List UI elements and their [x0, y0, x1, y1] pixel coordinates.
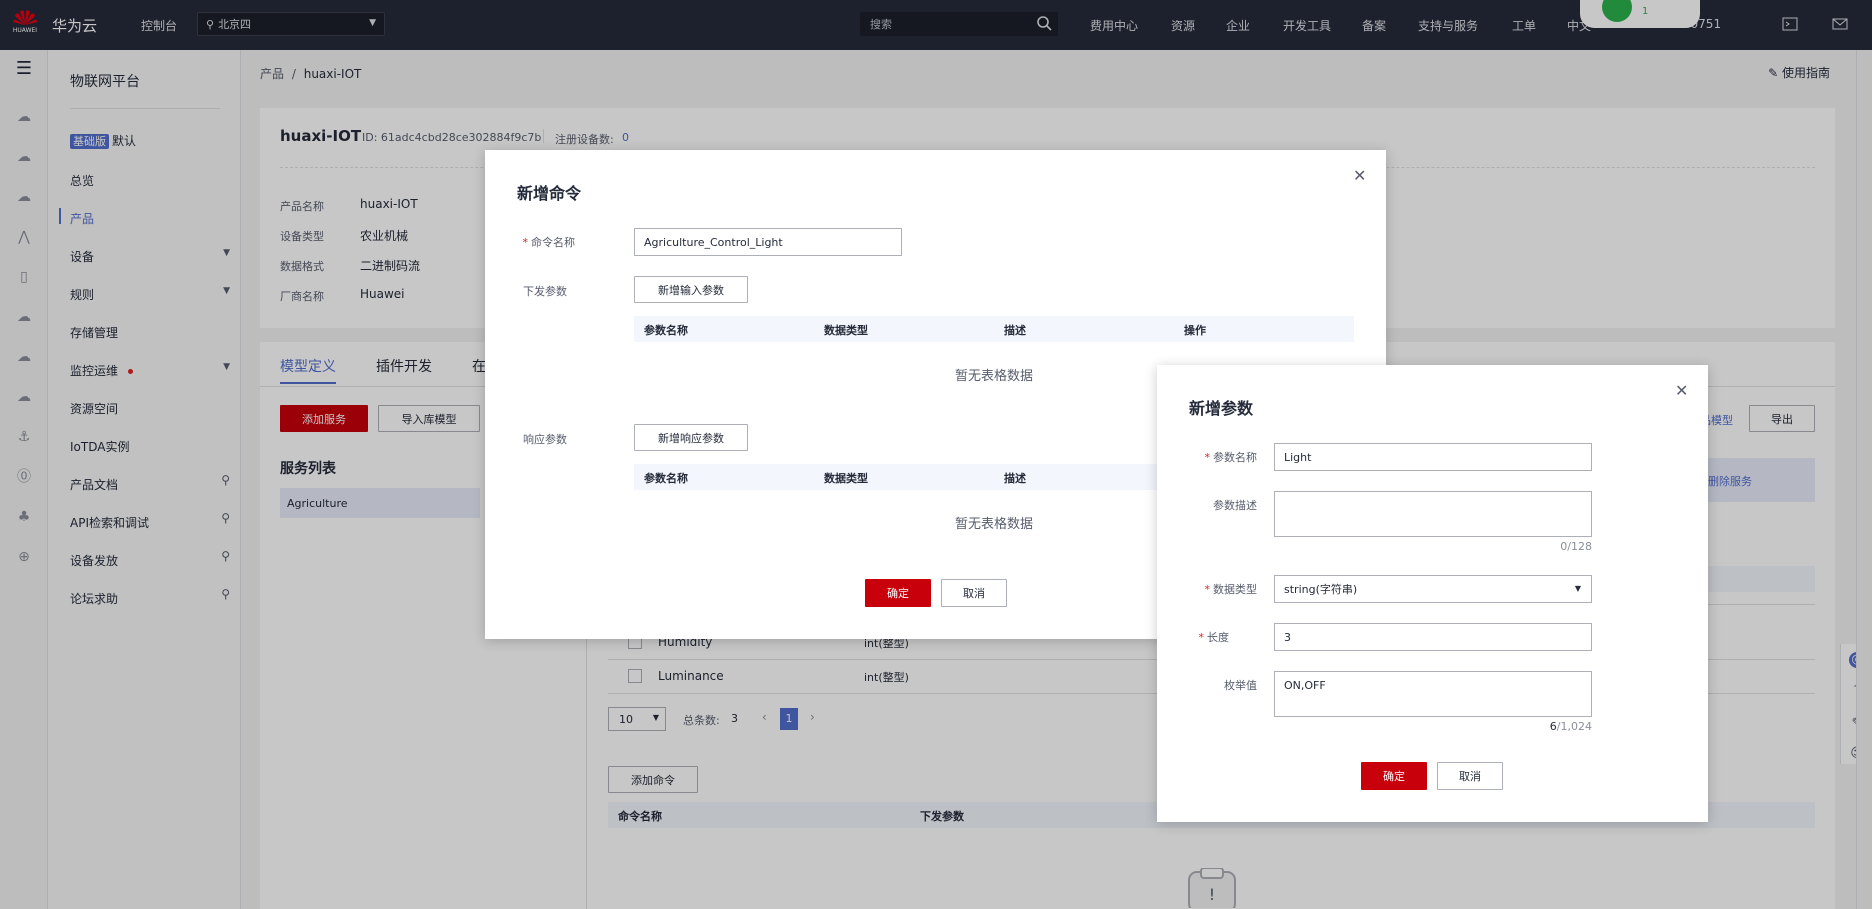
required-mark: * [1198, 631, 1205, 644]
add-input-param-button[interactable]: 新增输入参数 [634, 276, 748, 303]
enum-values-textarea[interactable]: ON,OFF [1274, 671, 1592, 717]
close-icon[interactable]: ✕ [1353, 166, 1366, 185]
command-name-input[interactable]: Agriculture_Control_Light [634, 228, 902, 256]
enum-label: 枚举值 [1224, 679, 1257, 692]
confirm-button[interactable]: 确定 [865, 579, 931, 607]
field-label: * 数据类型 [1187, 581, 1258, 597]
column-header: 参数名称 [644, 472, 688, 485]
field-label: * 参数名称 [1187, 449, 1258, 465]
required-mark: * [522, 236, 529, 249]
command-name-label: 命令名称 [531, 236, 575, 249]
column-header: 数据类型 [824, 472, 868, 485]
cancel-button[interactable]: 取消 [941, 579, 1007, 607]
response-params-label: 响应参数 [523, 433, 567, 446]
char-counter: 0/128 [1560, 540, 1592, 553]
close-icon[interactable]: ✕ [1675, 381, 1688, 400]
dialog-title: 新增参数 [1189, 399, 1254, 418]
param-description-textarea[interactable] [1274, 491, 1592, 537]
field-label: * 长度 [1187, 629, 1230, 645]
cancel-button[interactable]: 取消 [1437, 762, 1503, 790]
char-counter: 6/1,024 [1492, 720, 1592, 733]
add-response-param-button[interactable]: 新增响应参数 [634, 424, 748, 451]
data-type-select[interactable]: string(字符串) ▼ [1274, 575, 1592, 603]
dialog-title: 新增命令 [517, 184, 582, 203]
column-header: 描述 [1004, 472, 1026, 485]
confirm-button[interactable]: 确定 [1361, 762, 1427, 790]
column-header: 操作 [1184, 324, 1206, 337]
char-count-max: /1,024 [1556, 720, 1592, 733]
param-name-input[interactable]: Light [1274, 443, 1592, 471]
required-mark: * [1204, 583, 1211, 596]
length-label: 长度 [1207, 631, 1229, 644]
column-header: 描述 [1004, 324, 1026, 337]
data-type-value: string(字符串) [1284, 583, 1358, 596]
field-label: * 命令名称 [515, 234, 576, 250]
param-desc-label: 参数描述 [1213, 499, 1257, 512]
required-mark: * [1204, 451, 1211, 464]
input-params-table-header: 参数名称 数据类型 描述 操作 [634, 316, 1354, 342]
column-header: 数据类型 [824, 324, 868, 337]
param-name-label: 参数名称 [1213, 451, 1257, 464]
char-count-current: 6 [1549, 720, 1557, 733]
data-type-label: 数据类型 [1213, 583, 1257, 596]
chevron-down-icon: ▼ [1574, 584, 1581, 593]
add-parameter-dialog: 新增参数 ✕ * 参数名称 Light 参数描述 0/128 * 数据类型 stri… [1157, 365, 1708, 822]
column-header: 参数名称 [644, 324, 688, 337]
down-params-label: 下发参数 [523, 285, 567, 298]
length-input[interactable]: 3 [1274, 623, 1592, 651]
